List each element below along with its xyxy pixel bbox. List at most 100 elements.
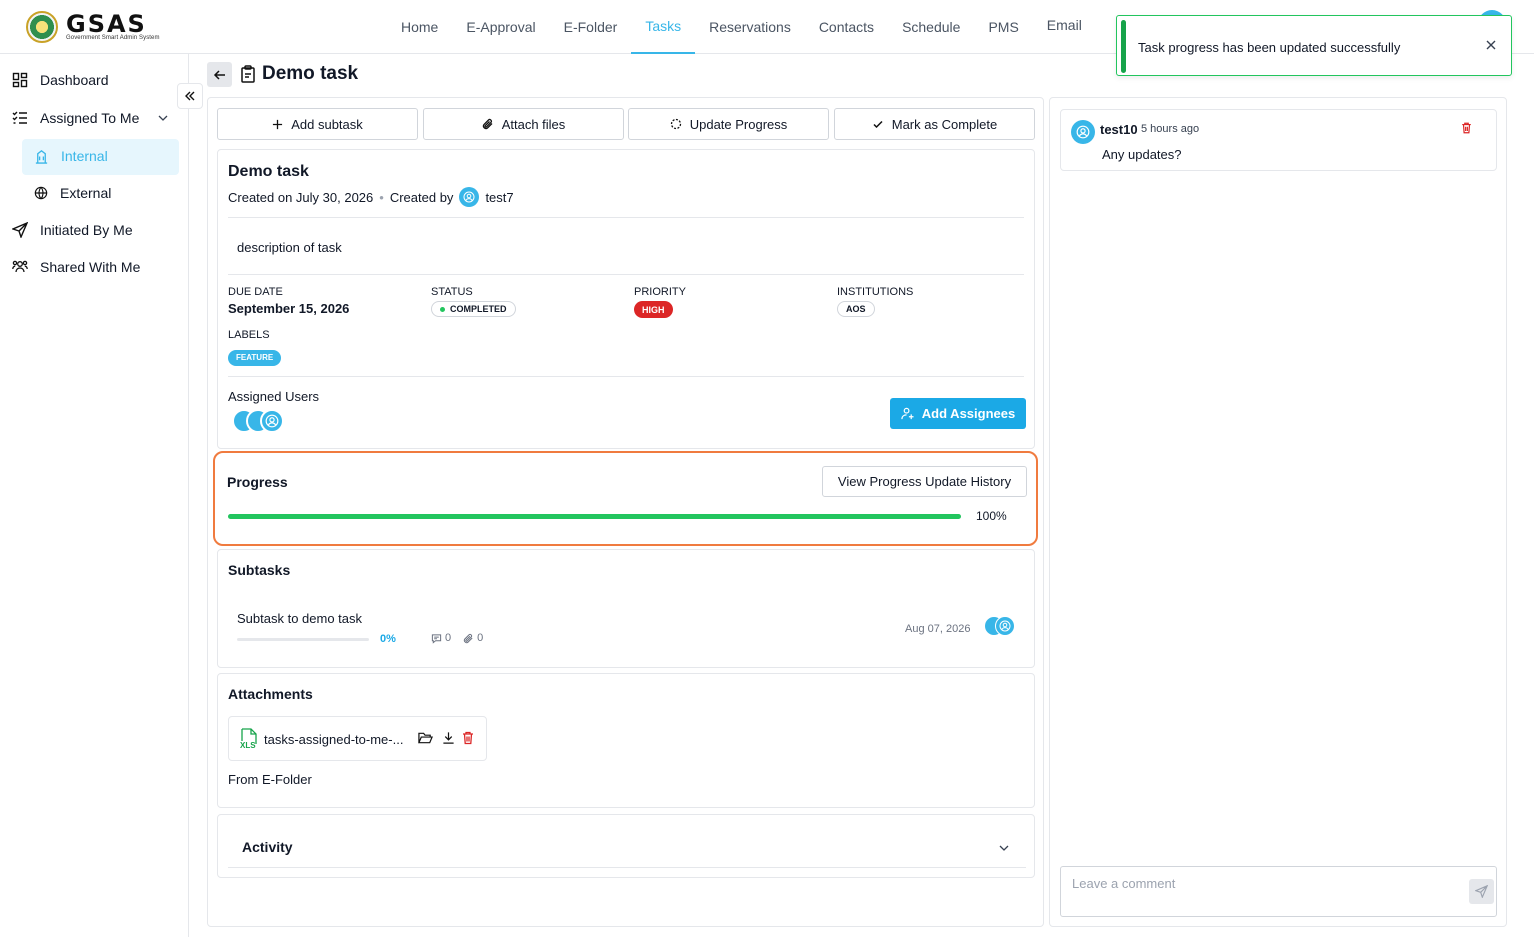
progress-card: Progress View Progress Update History 10… [213, 451, 1038, 546]
subtask-progress-bar [237, 638, 369, 641]
sidebar-item-label: External [60, 185, 112, 201]
status-badge: COMPLETED [431, 301, 516, 317]
page-title: Demo task [240, 63, 358, 85]
activity-accordion-header[interactable]: Activity [228, 825, 1026, 868]
sidebar-item-initiated-by-me[interactable]: Initiated By Me [12, 222, 133, 238]
globe-icon [34, 186, 48, 200]
comment-text: Any updates? [1102, 147, 1182, 162]
institution-badge: AOS [837, 301, 875, 317]
sidebar-item-label: Assigned To Me [40, 110, 140, 126]
assigned-users-label: Assigned Users [228, 389, 320, 404]
nav-e-approval[interactable]: E-Approval [452, 0, 549, 54]
sidebar-item-external[interactable]: External [34, 185, 111, 201]
label-badge: FEATURE [228, 349, 282, 366]
nav-contacts[interactable]: Contacts [805, 0, 888, 54]
user-plus-icon [901, 407, 914, 420]
avatar [1071, 120, 1095, 144]
attachment-file-name: tasks-assigned-to-me-... [264, 732, 404, 747]
app-logo[interactable]: GSAS Government Smart Admin System [26, 11, 160, 43]
nav-tasks[interactable]: Tasks [631, 0, 696, 54]
progress-bar [228, 514, 961, 519]
sidebar-item-shared-with-me[interactable]: Shared With Me [12, 259, 140, 275]
attachments-card: Attachments XLS tasks-assigned-to-me-...… [217, 673, 1035, 808]
avatar [995, 616, 1015, 636]
avatar [260, 409, 284, 433]
page-title-text: Demo task [262, 63, 359, 84]
task-description: description of task [237, 240, 342, 255]
nav-pms[interactable]: PMS [974, 0, 1032, 54]
trash-icon[interactable] [1461, 122, 1472, 134]
activity-card: Activity [217, 814, 1035, 878]
due-date-field: DUE DATE September 15, 2026 [228, 286, 350, 316]
success-toast: Task progress has been updated successfu… [1116, 15, 1512, 76]
subtask-attachments: 0 [463, 632, 483, 644]
collapse-sidebar-button[interactable] [177, 83, 203, 109]
created-on: Created on July 30, 2026 [228, 189, 374, 205]
sidebar: Dashboard Assigned To Me Internal Extern… [0, 54, 189, 937]
add-subtask-button[interactable]: Add subtask [217, 108, 418, 140]
priority-badge: HIGH [634, 301, 673, 318]
subtask-assignees [984, 616, 1018, 638]
subtask-name: Subtask to demo task [237, 611, 363, 626]
comment-time: 5 hours ago [1141, 123, 1200, 135]
subtasks-title: Subtasks [228, 562, 291, 578]
institutions-field: INSTITUTIONS AOS [837, 286, 913, 317]
nav-schedule[interactable]: Schedule [888, 0, 974, 54]
sidebar-item-label: Initiated By Me [40, 222, 133, 238]
subtasks-card: Subtasks Subtask to demo task 0% 0 0 Aug… [217, 549, 1035, 668]
comment-author: test10 [1100, 122, 1138, 137]
add-assignees-button[interactable]: Add Assignees [890, 398, 1026, 429]
plus-icon [272, 119, 283, 130]
chevrons-left-icon [184, 90, 196, 102]
from-e-folder-label: From E-Folder [228, 772, 312, 787]
task-meta: Created on July 30, 2026 • Created by te… [228, 187, 514, 207]
logo-text: GSAS [66, 10, 147, 38]
trash-icon[interactable] [462, 731, 474, 745]
subtask-percent: 0% [380, 633, 396, 645]
nav-reservations[interactable]: Reservations [695, 0, 805, 54]
chevron-down-icon [157, 112, 169, 124]
progress-percent: 100% [976, 509, 1007, 523]
task-info-card: Demo task Created on July 30, 2026 • Cre… [217, 149, 1035, 449]
attachments-title: Attachments [228, 686, 313, 702]
progress-bar-fill [228, 514, 961, 519]
update-progress-button[interactable]: Update Progress [628, 108, 829, 140]
arrow-left-icon [213, 68, 227, 82]
creator-name: test7 [485, 189, 514, 205]
created-by-label: Created by [389, 189, 454, 205]
paperclip-icon [463, 633, 474, 644]
mark-complete-button[interactable]: Mark as Complete [834, 108, 1035, 140]
close-icon[interactable] [1485, 39, 1497, 51]
send-comment-button[interactable] [1469, 879, 1494, 904]
progress-title: Progress [227, 474, 288, 490]
attach-files-button[interactable]: Attach files [423, 108, 624, 140]
list-check-icon [12, 110, 28, 126]
back-button[interactable] [207, 62, 232, 87]
creator-avatar [459, 187, 480, 207]
paperclip-icon [482, 118, 494, 130]
building-icon [34, 149, 49, 164]
nav-e-folder[interactable]: E-Folder [550, 0, 632, 54]
view-progress-history-button[interactable]: View Progress Update History [822, 466, 1027, 497]
send-icon [1475, 885, 1488, 898]
subtask-comments: 0 [431, 632, 451, 644]
due-date-value: September 15, 2026 [228, 301, 350, 316]
assignee-avatars[interactable] [232, 409, 292, 433]
attachment-item[interactable]: XLS tasks-assigned-to-me-... [228, 716, 487, 761]
comment-input-box [1060, 866, 1497, 917]
logo-subtitle: Government Smart Admin System [66, 35, 160, 41]
activity-title: Activity [242, 839, 293, 855]
nav-home[interactable]: Home [387, 0, 452, 54]
task-title: Demo task [228, 163, 309, 180]
sidebar-item-assigned-to-me[interactable]: Assigned To Me [12, 110, 169, 126]
subtask-row[interactable]: Subtask to demo task 0% 0 0 Aug 07, 2026 [228, 596, 1026, 656]
nav-email[interactable]: Email [1033, 0, 1096, 52]
folder-open-icon[interactable] [418, 731, 433, 745]
comment-input[interactable] [1072, 876, 1452, 891]
download-icon[interactable] [442, 731, 455, 745]
dashboard-icon [12, 72, 28, 88]
sidebar-item-label: Internal [61, 148, 108, 164]
sidebar-item-internal[interactable]: Internal [34, 148, 108, 164]
sidebar-item-dashboard[interactable]: Dashboard [12, 72, 109, 88]
file-type-label: XLS [240, 741, 256, 750]
